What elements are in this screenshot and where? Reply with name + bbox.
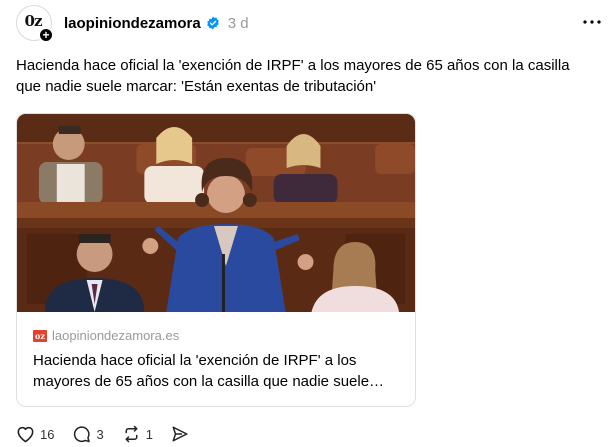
follow-plus-icon[interactable]: +: [38, 27, 54, 43]
comment-button[interactable]: 3: [72, 425, 104, 443]
share-button[interactable]: [171, 425, 189, 443]
repost-button[interactable]: 1: [122, 425, 153, 443]
repost-count: 1: [145, 426, 153, 442]
site-favicon: oz: [33, 329, 47, 342]
comment-icon: [74, 426, 91, 443]
link-preview-card[interactable]: oz laopiniondezamora.es Hacienda hace of…: [16, 113, 416, 407]
timestamp[interactable]: 3 d: [228, 15, 249, 32]
like-button[interactable]: 16: [16, 425, 54, 443]
more-options-icon[interactable]: [582, 12, 602, 32]
verified-badge-icon: [206, 16, 219, 30]
like-count: 16: [40, 426, 55, 442]
comment-count: 3: [96, 426, 104, 442]
action-bar: 16 3 1: [16, 424, 207, 444]
link-source: oz laopiniondezamora.es: [33, 328, 179, 343]
link-preview-image: [17, 114, 415, 312]
share-icon: [172, 426, 188, 442]
post-header: laopiniondezamora 3 d: [64, 13, 249, 33]
post-text: Hacienda hace oficial la 'exención de IR…: [16, 57, 570, 95]
link-domain: laopiniondezamora.es: [52, 328, 180, 343]
avatar-monogram: 0z: [24, 12, 43, 30]
heart-icon: [17, 426, 34, 443]
avatar[interactable]: 0z +: [16, 5, 54, 43]
username[interactable]: laopiniondezamora: [64, 15, 201, 32]
post: 0z + laopiniondezamora 3 d Hacienda hace…: [0, 0, 616, 447]
link-title: Hacienda hace oficial la 'exención de IR…: [33, 352, 385, 390]
repost-icon: [125, 425, 138, 443]
